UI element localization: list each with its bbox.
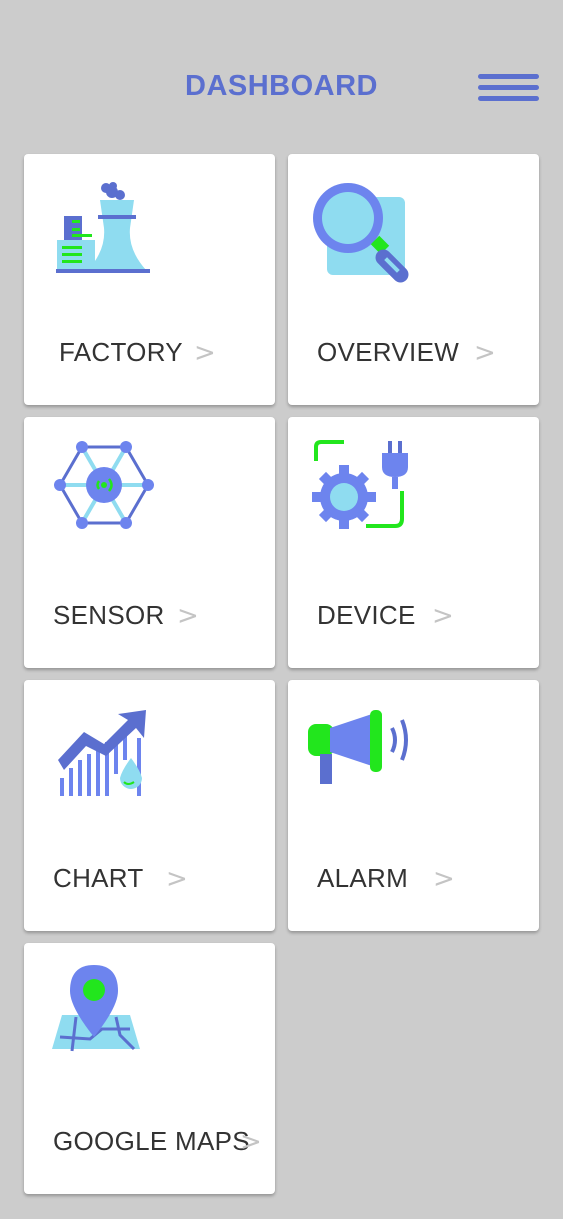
device-icon [312,440,408,529]
chart-icon [58,710,146,796]
tile-label: GOOGLE MAPS [53,1126,250,1156]
chevron-right-icon: > [240,1127,262,1157]
map-pin-icon [52,965,140,1052]
sensor-icon [54,441,154,529]
chevron-right-icon: > [194,338,216,368]
tile-overview[interactable]: OVERVIEW > [288,154,539,405]
menu-icon-bar-2 [478,85,539,90]
chevron-right-icon: > [432,601,454,631]
tile-label: CHART [53,863,144,893]
chevron-right-icon: > [166,864,188,894]
tile-google-maps[interactable]: GOOGLE MAPS > [24,943,275,1194]
chevron-right-icon: > [433,864,455,894]
tile-chart[interactable]: CHART > [24,680,275,931]
tile-label: FACTORY [59,337,183,367]
magnifier-icon [313,183,409,283]
tile-label: OVERVIEW [317,337,460,367]
menu-button[interactable] [478,74,539,102]
header: DASHBOARD [0,0,563,150]
tile-alarm[interactable]: ALARM > [288,680,539,931]
tile-label: ALARM [317,863,409,893]
tile-label: DEVICE [317,600,416,630]
chevron-right-icon: > [474,338,496,368]
tile-sensor[interactable]: SENSOR > [24,417,275,668]
menu-icon-bar-3 [478,96,539,101]
factory-icon [56,182,150,273]
tile-device[interactable]: DEVICE > [288,417,539,668]
chevron-right-icon: > [177,601,199,631]
tile-label: SENSOR [53,600,165,630]
tile-factory[interactable]: FACTORY > [24,154,275,405]
alarm-icon [308,710,408,784]
menu-icon [478,74,539,79]
